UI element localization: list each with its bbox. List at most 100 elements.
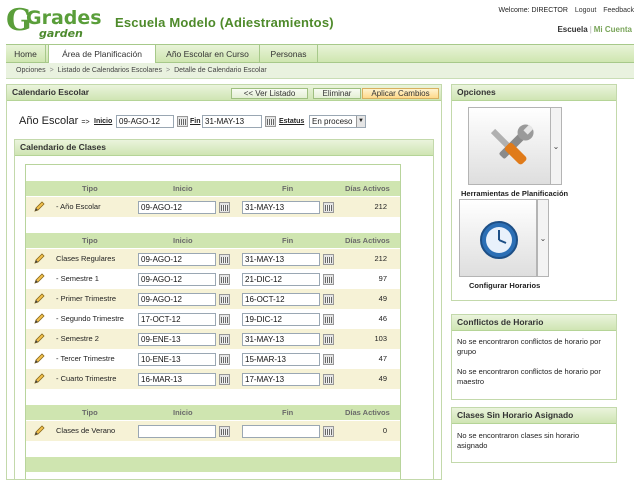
fin-input[interactable]: 31-MAY-13 [242, 253, 320, 266]
chevron-down-icon[interactable]: ⌄ [537, 199, 549, 277]
inicio-input[interactable]: 16-MAR-13 [138, 373, 216, 386]
fin-input[interactable]: 31-MAY-13 [242, 201, 320, 214]
conflictos-maestro-text: No se encontraron conflictos de horario … [457, 367, 601, 386]
feedback-link[interactable]: Feedback [603, 7, 634, 14]
pencil-icon[interactable] [34, 253, 45, 264]
row-name: - Semestre 1 [56, 274, 99, 283]
eliminar-button[interactable]: Eliminar [313, 88, 361, 99]
calendar-icon[interactable] [177, 116, 188, 127]
estatus-select[interactable]: En proceso ▼ [309, 115, 366, 128]
tab-home[interactable]: Home [6, 45, 46, 63]
pencil-icon[interactable] [34, 293, 45, 304]
calendar-icon[interactable] [323, 374, 334, 385]
table-row: - Semestre 1 09-AGO-12 21-DIC-12 97 [26, 269, 400, 289]
dias-activos: 103 [374, 334, 387, 343]
breadcrumb-opciones[interactable]: Opciones [16, 67, 46, 74]
calendar-icon[interactable] [323, 274, 334, 285]
calendar-icon[interactable] [323, 426, 334, 437]
inicio-input[interactable]: 09-ENE-13 [138, 333, 216, 346]
opciones-panel: Opciones ⌄ Herramientas de Planificación… [451, 84, 617, 301]
breadcrumb-listado[interactable]: Listado de Calendarios Escolares [58, 67, 162, 74]
inicio-input[interactable]: 09-AGO-12 [138, 273, 216, 286]
pencil-icon[interactable] [34, 333, 45, 344]
aplicar-cambios-button[interactable]: Aplicar Cambios [362, 88, 439, 99]
logout-link[interactable]: Logout [575, 7, 596, 14]
calendar-icon[interactable] [219, 334, 230, 345]
chevron-down-icon[interactable]: ⌄ [550, 107, 562, 185]
dias-activos: 212 [374, 254, 387, 263]
account-mi-cuenta-link[interactable]: Mi Cuenta [594, 25, 632, 34]
inicio-input[interactable]: 09-AGO-12 [138, 253, 216, 266]
user-links: Welcome: DIRECTOR Logout Feedback [494, 7, 634, 14]
inicio-input[interactable]: 17-OCT-12 [138, 313, 216, 326]
pencil-icon[interactable] [34, 353, 45, 364]
dias-activos: 97 [378, 274, 387, 283]
herramientas-planificacion-tile[interactable] [468, 107, 551, 185]
calendar-icon[interactable] [219, 294, 230, 305]
inicio-label[interactable]: Inicio [94, 118, 112, 125]
row-name: - Año Escolar [56, 202, 101, 211]
clases-sin-horario-panel: Clases Sin Horario Asignado No se encont… [451, 407, 617, 463]
pencil-icon[interactable] [34, 313, 45, 324]
pencil-icon[interactable] [34, 425, 45, 436]
table-row: Clases Regulares 09-AGO-12 31-MAY-13 212 [26, 249, 400, 269]
inicio-input[interactable]: 09-AGO-12 [138, 201, 216, 214]
fin-input[interactable]: 31-MAY-13 [242, 333, 320, 346]
calendar-icon[interactable] [219, 314, 230, 325]
calendar-icon[interactable] [323, 314, 334, 325]
calendario-clases-panel: Calendario de Clases Tipo Inicio Fin Día… [14, 139, 434, 479]
fin-input[interactable]: 17-MAY-13 [242, 373, 320, 386]
configurar-horarios-label[interactable]: Configurar Horarios [469, 281, 540, 290]
calendario-escolar-panel: Calendario Escolar << Ver Listado Elimin… [6, 84, 442, 480]
tools-icon [490, 124, 534, 165]
herramientas-planificacion-label[interactable]: Herramientas de Planificación [461, 189, 568, 198]
pencil-icon[interactable] [34, 273, 45, 284]
calendar-icon[interactable] [219, 274, 230, 285]
tab-personas[interactable]: Personas [260, 45, 318, 63]
calendar-icon[interactable] [323, 202, 334, 213]
inicio-input[interactable] [138, 425, 216, 438]
fin-input[interactable]: 21-DIC-12 [242, 273, 320, 286]
table-header [26, 457, 400, 472]
opciones-header: Opciones [452, 85, 616, 101]
fin-input[interactable] [242, 425, 320, 438]
row-name: - Segundo Trimestre [56, 314, 124, 323]
tab-area-planificacion[interactable]: Área de Planificación [48, 45, 156, 63]
fin-input[interactable]: 15-MAR-13 [242, 353, 320, 366]
calendar-icon[interactable] [323, 354, 334, 365]
anio-fin-input[interactable]: 31-MAY-13 [202, 115, 262, 128]
grades-garden-logo[interactable]: G Grades garden [6, 3, 106, 40]
calendar-icon[interactable] [323, 334, 334, 345]
fin-input[interactable]: 19-DIC-12 [242, 313, 320, 326]
clases-sin-horario-header: Clases Sin Horario Asignado [452, 408, 616, 424]
configurar-horarios-tile[interactable] [459, 199, 537, 277]
calendar-icon[interactable] [219, 354, 230, 365]
estatus-selected-value: En proceso [312, 117, 353, 126]
account-switch: Escuela | Mi Cuenta [557, 25, 632, 34]
chevron-down-icon[interactable]: ▼ [356, 116, 365, 127]
inicio-input[interactable]: 10-ENE-13 [138, 353, 216, 366]
calendar-icon[interactable] [323, 254, 334, 265]
table-header: Tipo Inicio Fin Días Activos [26, 233, 400, 248]
pencil-icon[interactable] [34, 373, 45, 384]
fin-input[interactable]: 16-OCT-12 [242, 293, 320, 306]
calendar-icon[interactable] [265, 116, 276, 127]
inicio-input[interactable]: 09-AGO-12 [138, 293, 216, 306]
anio-inicio-input[interactable]: 09-AGO-12 [116, 115, 174, 128]
fin-label[interactable]: Fin [190, 118, 201, 125]
calendar-icon[interactable] [219, 374, 230, 385]
calendar-icon[interactable] [219, 202, 230, 213]
ver-listado-button[interactable]: << Ver Listado [231, 88, 308, 99]
table-row: - Año Escolar 09-AGO-12 31-MAY-13 212 [26, 197, 400, 217]
dias-activos: 47 [378, 354, 387, 363]
table-row: Clases de Verano 0 [26, 421, 400, 441]
tab-anio-escolar-en-curso[interactable]: Año Escolar en Curso [156, 45, 260, 63]
row-name: - Primer Trimestre [56, 294, 116, 303]
calendar-icon[interactable] [323, 294, 334, 305]
pencil-icon[interactable] [34, 201, 45, 212]
calendar-icon[interactable] [219, 254, 230, 265]
account-escuela-link[interactable]: Escuela [557, 25, 587, 34]
calendar-icon[interactable] [219, 426, 230, 437]
table-row: - Primer Trimestre 09-AGO-12 16-OCT-12 49 [26, 289, 400, 309]
breadcrumb: Opciones > Listado de Calendarios Escolare… [6, 63, 634, 79]
